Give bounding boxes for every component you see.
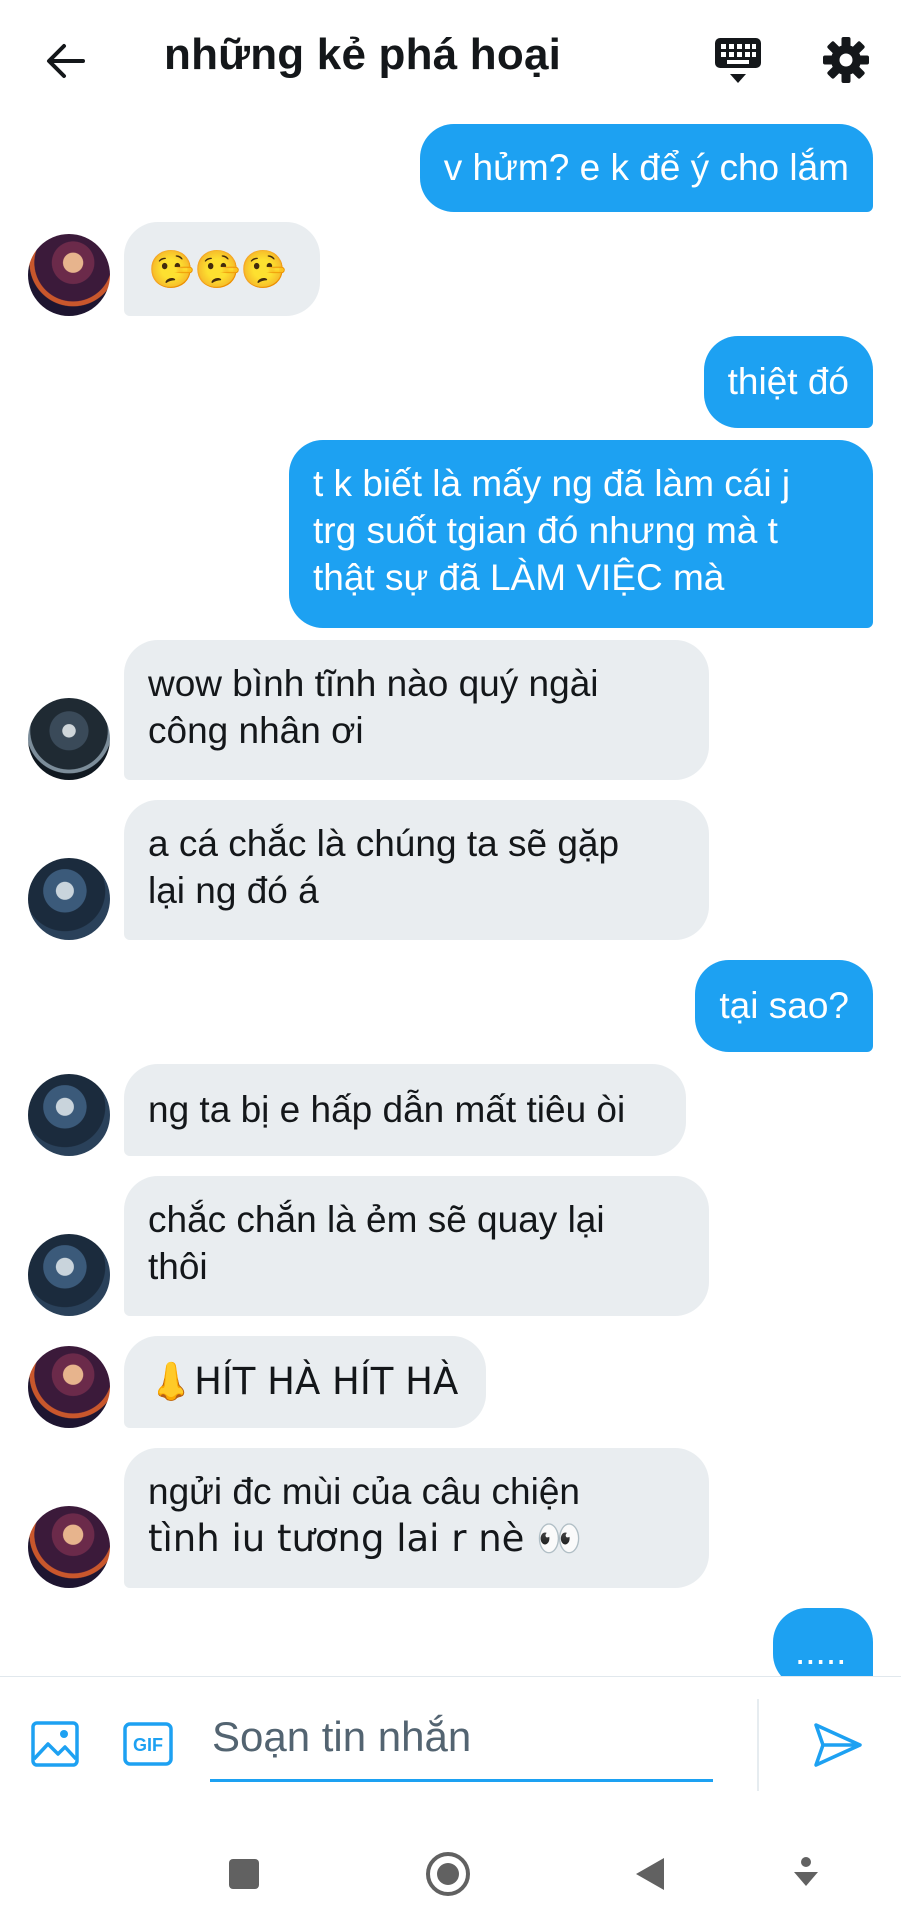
home-button[interactable] <box>418 1844 478 1904</box>
arrow-left-icon <box>47 44 85 78</box>
keyboard-button[interactable] <box>712 34 764 88</box>
message-text: t k biết là mấy ng đã làm cái j <box>313 463 791 504</box>
message-bubble-outgoing[interactable]: t k biết là mấy ng đã làm cái j trg suốt… <box>289 440 873 628</box>
message-text: thôi <box>148 1246 208 1287</box>
message-text: ng ta bị e hấp dẫn mất tiêu òi <box>148 1089 626 1130</box>
message-text: ngửi đc mùi của câu chiện <box>148 1471 581 1512</box>
back-nav-button[interactable] <box>620 1844 680 1904</box>
compose-input[interactable]: Soạn tin nhắn <box>210 1699 713 1782</box>
add-gif-button[interactable]: GIF <box>122 1719 174 1769</box>
message-text: lại ng đó á <box>148 870 319 911</box>
message-bubble-outgoing[interactable]: tại sao? <box>695 960 873 1052</box>
message-text: tình iu tương lai r nè 👀 <box>148 1517 583 1560</box>
message-text: 🤥🤥🤥 <box>148 248 287 291</box>
settings-button[interactable] <box>818 32 874 88</box>
send-icon <box>814 1723 862 1767</box>
message-text: wow bình tĩnh nào quý ngài <box>148 663 599 704</box>
accessibility-icon <box>794 1857 818 1886</box>
home-circle-icon <box>426 1852 470 1896</box>
conversation-title: những kẻ phá hoại <box>164 30 562 79</box>
send-button[interactable] <box>810 1717 866 1773</box>
message-bubble-incoming[interactable]: ng ta bị e hấp dẫn mất tiêu òi <box>124 1064 686 1156</box>
message-text: 👃HÍT HÀ HÍT HÀ <box>148 1360 459 1403</box>
message-text: công nhân ơi <box>148 710 364 751</box>
message-composer: GIF Soạn tin nhắn <box>0 1676 901 1827</box>
image-icon <box>31 1721 79 1767</box>
message-bubble-incoming[interactable]: chắc chắn là ẻm sẽ quay lại thôi <box>124 1176 709 1316</box>
message-text: v hửm? e k để ý cho lắm <box>443 147 849 188</box>
message-bubble-outgoing[interactable]: v hửm? e k để ý cho lắm <box>419 124 873 212</box>
message-text: a cá chắc là chúng ta sẽ gặp <box>148 823 620 864</box>
message-bubble-incoming[interactable]: 👃HÍT HÀ HÍT HÀ <box>124 1336 486 1428</box>
compose-placeholder: Soạn tin nhắn <box>212 1713 472 1760</box>
message-text: tại sao? <box>719 985 849 1026</box>
message-text: ..... <box>795 1631 847 1672</box>
message-text: thiệt đó <box>727 361 849 402</box>
add-image-button[interactable] <box>30 1719 80 1769</box>
conversation-header: những kẻ phá hoại <box>0 0 901 122</box>
recents-button[interactable] <box>214 1844 274 1904</box>
avatar[interactable] <box>28 698 110 780</box>
back-triangle-icon <box>636 1858 664 1890</box>
message-text: trg suốt tgian đó nhưng mà t <box>313 510 778 551</box>
composer-divider <box>757 1699 759 1791</box>
avatar[interactable] <box>28 858 110 940</box>
message-bubble-incoming[interactable]: a cá chắc là chúng ta sẽ gặp lại ng đó á <box>124 800 709 940</box>
message-bubble-outgoing[interactable]: thiệt đó <box>703 336 873 428</box>
system-navigation-bar <box>0 1826 901 1920</box>
gear-icon <box>823 37 869 83</box>
message-text: chắc chắn là ẻm sẽ quay lại <box>148 1199 605 1240</box>
gif-label: GIF <box>133 1735 163 1755</box>
back-button[interactable] <box>38 34 92 88</box>
avatar[interactable] <box>28 1506 110 1588</box>
avatar[interactable] <box>28 234 110 316</box>
avatar[interactable] <box>28 1346 110 1428</box>
avatar[interactable] <box>28 1074 110 1156</box>
keyboard-icon <box>715 38 761 83</box>
avatar[interactable] <box>28 1234 110 1316</box>
gif-icon: GIF <box>123 1722 173 1766</box>
message-bubble-incoming[interactable]: ngửi đc mùi của câu chiện tình iu tương … <box>124 1448 709 1588</box>
message-text: thật sự đã LÀM VIỆC mà <box>313 557 725 598</box>
message-bubble-incoming[interactable]: wow bình tĩnh nào quý ngài công nhân ơi <box>124 640 709 780</box>
message-bubble-incoming[interactable]: 🤥🤥🤥 <box>124 222 320 316</box>
accessibility-button[interactable] <box>776 1844 836 1904</box>
square-icon <box>229 1859 259 1889</box>
